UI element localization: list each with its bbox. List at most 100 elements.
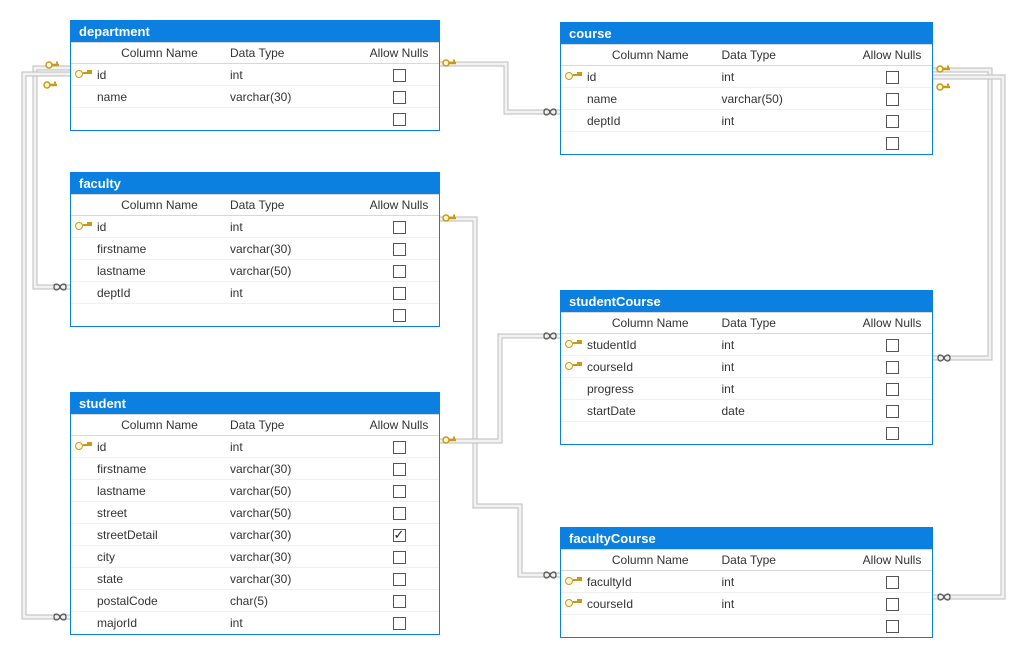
column-row[interactable]: courseIdint (561, 593, 932, 615)
column-row[interactable]: lastnamevarchar(50) (71, 260, 439, 282)
column-row[interactable]: firstnamevarchar(30) (71, 238, 439, 260)
header-column-name: Column Name (93, 43, 226, 64)
column-type: int (226, 216, 359, 238)
column-name: studentId (583, 334, 718, 356)
column-type: varchar(30) (226, 86, 359, 108)
entity-title[interactable]: student (71, 393, 439, 414)
column-name: lastname (93, 260, 226, 282)
allow-nulls-checkbox[interactable] (393, 265, 406, 278)
primary-key-icon (75, 220, 89, 234)
column-row-empty[interactable] (561, 422, 932, 444)
allow-nulls-checkbox[interactable] (393, 221, 406, 234)
allow-nulls-checkbox[interactable] (393, 463, 406, 476)
allow-nulls-checkbox[interactable] (886, 339, 899, 352)
allow-nulls-checkbox[interactable] (393, 69, 406, 82)
column-row[interactable]: deptIdint (561, 110, 932, 132)
column-name: id (93, 216, 226, 238)
column-type: date (718, 400, 853, 422)
column-row[interactable]: idint (71, 436, 439, 458)
allow-nulls-checkbox[interactable] (393, 113, 406, 126)
allow-nulls-checkbox[interactable] (886, 576, 899, 589)
column-row[interactable]: idint (561, 66, 932, 88)
column-row[interactable]: courseIdint (561, 356, 932, 378)
allow-nulls-checkbox[interactable] (886, 115, 899, 128)
column-row[interactable]: facultyIdint (561, 571, 932, 593)
columns-table: Column NameData TypeAllow Nullsidintfirs… (71, 194, 439, 326)
allow-nulls-checkbox[interactable] (886, 598, 899, 611)
allow-nulls-checkbox[interactable] (393, 573, 406, 586)
primary-key-icon (565, 70, 579, 84)
column-row[interactable]: lastnamevarchar(50) (71, 480, 439, 502)
allow-nulls-checkbox[interactable] (886, 93, 899, 106)
column-row[interactable]: statevarchar(30) (71, 568, 439, 590)
column-row[interactable]: postalCodechar(5) (71, 590, 439, 612)
header-data-type: Data Type (718, 45, 853, 66)
column-row[interactable]: deptIdint (71, 282, 439, 304)
allow-nulls-checkbox[interactable] (393, 595, 406, 608)
entity-studentCourse[interactable]: studentCourseColumn NameData TypeAllow N… (560, 290, 933, 445)
allow-nulls-checkbox[interactable] (393, 485, 406, 498)
allow-nulls-checkbox[interactable] (886, 137, 899, 150)
allow-nulls-checkbox[interactable] (393, 529, 406, 542)
column-row[interactable]: studentIdint (561, 334, 932, 356)
allow-nulls-checkbox[interactable] (393, 309, 406, 322)
entity-title[interactable]: faculty (71, 173, 439, 194)
allow-nulls-checkbox[interactable] (886, 405, 899, 418)
entity-facultyCourse[interactable]: facultyCourseColumn NameData TypeAllow N… (560, 527, 933, 638)
allow-nulls-checkbox[interactable] (393, 551, 406, 564)
many-marker-icon (936, 352, 952, 364)
allow-nulls-checkbox[interactable] (886, 71, 899, 84)
column-row-empty[interactable] (71, 108, 439, 130)
entity-course[interactable]: courseColumn NameData TypeAllow Nullsidi… (560, 22, 933, 155)
allow-nulls-checkbox[interactable] (393, 91, 406, 104)
column-row-empty[interactable] (561, 615, 932, 637)
allow-nulls-checkbox[interactable] (886, 620, 899, 633)
pk-marker-icon (442, 56, 458, 72)
column-type: int (226, 64, 359, 86)
column-name: name (583, 88, 718, 110)
columns-table: Column NameData TypeAllow Nullsidintname… (71, 42, 439, 130)
allow-nulls-checkbox[interactable] (393, 441, 406, 454)
column-row[interactable]: majorIdint (71, 612, 439, 634)
entity-title[interactable]: facultyCourse (561, 528, 932, 549)
allow-nulls-checkbox[interactable] (886, 427, 899, 440)
column-row[interactable]: idint (71, 216, 439, 238)
column-row[interactable]: namevarchar(50) (561, 88, 932, 110)
column-type: int (718, 356, 853, 378)
columns-table: Column NameData TypeAllow Nullsidintname… (561, 44, 932, 154)
allow-nulls-checkbox[interactable] (393, 287, 406, 300)
column-row[interactable]: namevarchar(30) (71, 86, 439, 108)
many-marker-icon (542, 330, 558, 342)
primary-key-icon (75, 440, 89, 454)
column-type: int (226, 612, 359, 634)
column-name: city (93, 546, 226, 568)
allow-nulls-checkbox[interactable] (886, 383, 899, 396)
entity-title[interactable]: course (561, 23, 932, 44)
column-row-empty[interactable] (561, 132, 932, 154)
column-type: int (226, 436, 359, 458)
allow-nulls-checkbox[interactable] (393, 243, 406, 256)
header-data-type: Data Type (718, 313, 853, 334)
column-row[interactable]: firstnamevarchar(30) (71, 458, 439, 480)
column-name: progress (583, 378, 718, 400)
entity-faculty[interactable]: facultyColumn NameData TypeAllow Nullsid… (70, 172, 440, 327)
column-row[interactable]: progressint (561, 378, 932, 400)
entity-title[interactable]: department (71, 21, 439, 42)
column-row[interactable]: cityvarchar(30) (71, 546, 439, 568)
column-row-empty[interactable] (71, 304, 439, 326)
entity-department[interactable]: departmentColumn NameData TypeAllow Null… (70, 20, 440, 131)
allow-nulls-checkbox[interactable] (393, 507, 406, 520)
entity-title[interactable]: studentCourse (561, 291, 932, 312)
column-row[interactable]: startDatedate (561, 400, 932, 422)
column-row[interactable]: streetvarchar(50) (71, 502, 439, 524)
allow-nulls-checkbox[interactable] (393, 617, 406, 630)
allow-nulls-checkbox[interactable] (886, 361, 899, 374)
column-row[interactable]: idint (71, 64, 439, 86)
header-column-name: Column Name (583, 313, 718, 334)
column-name: startDate (583, 400, 718, 422)
header-allow-nulls: Allow Nulls (359, 43, 439, 64)
column-row[interactable]: streetDetailvarchar(30) (71, 524, 439, 546)
column-type: varchar(30) (226, 568, 359, 590)
entity-student[interactable]: studentColumn NameData TypeAllow Nullsid… (70, 392, 440, 635)
column-name: courseId (583, 593, 718, 615)
